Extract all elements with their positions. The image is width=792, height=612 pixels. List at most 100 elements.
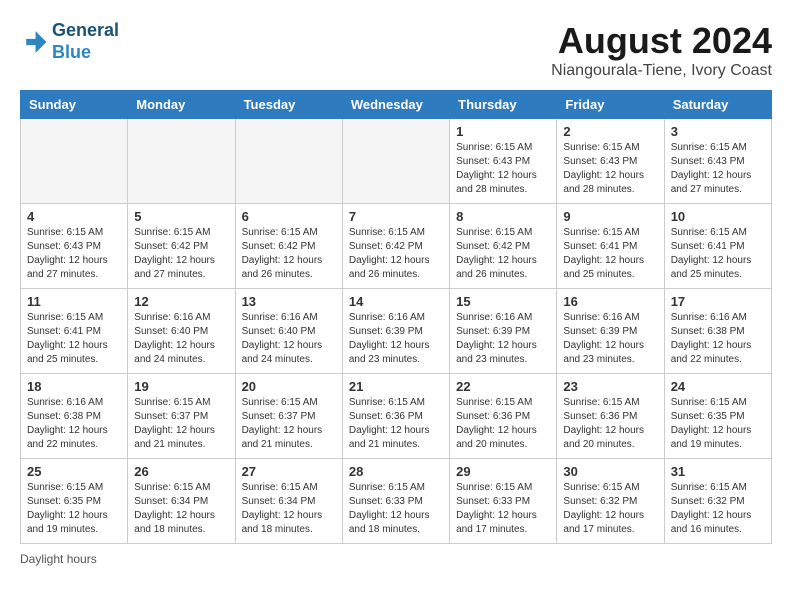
title-section: August 2024 Niangourala-Tiene, Ivory Coa… xyxy=(551,20,772,80)
calendar-cell: 2 Sunrise: 6:15 AM Sunset: 6:43 PM Daylig… xyxy=(557,119,664,204)
logo: General Blue xyxy=(20,20,119,63)
cell-daylight-info: Sunrise: 6:15 AM Sunset: 6:43 PM Dayligh… xyxy=(563,141,657,197)
calendar-cell: 24 Sunrise: 6:15 AM Sunset: 6:35 PM Dayli… xyxy=(664,374,771,459)
cell-daylight-info: Sunrise: 6:16 AM Sunset: 6:40 PM Dayligh… xyxy=(242,311,336,367)
cell-daylight-info: Sunrise: 6:15 AM Sunset: 6:37 PM Dayligh… xyxy=(134,396,228,452)
day-header: Sunday xyxy=(21,91,128,119)
calendar-week-row: 1Sunrise: 6:15 AM Sunset: 6:43 PM Daylig… xyxy=(21,119,772,204)
date-number: 25 xyxy=(27,464,121,479)
calendar-week-row: 11 Sunrise: 6:15 AM Sunset: 6:41 PM Dayli… xyxy=(21,289,772,374)
footer-note: Daylight hours xyxy=(20,552,772,566)
calendar-cell: 3 Sunrise: 6:15 AM Sunset: 6:43 PM Daylig… xyxy=(664,119,771,204)
calendar-cell: 30Sunrise: 6:15 AM Sunset: 6:32 PM Dayli… xyxy=(557,459,664,544)
calendar-cell: 20Sunrise: 6:15 AM Sunset: 6:37 PM Dayli… xyxy=(235,374,342,459)
cell-daylight-info: Sunrise: 6:16 AM Sunset: 6:39 PM Dayligh… xyxy=(349,311,443,367)
date-number: 2 xyxy=(563,124,657,139)
cell-daylight-info: Sunrise: 6:15 AM Sunset: 6:33 PM Dayligh… xyxy=(456,481,550,537)
date-number: 27 xyxy=(242,464,336,479)
calendar-cell: 10 Sunrise: 6:15 AM Sunset: 6:41 PM Dayli… xyxy=(664,204,771,289)
cell-daylight-info: Sunrise: 6:15 AM Sunset: 6:36 PM Dayligh… xyxy=(456,396,550,452)
calendar-cell: 9 Sunrise: 6:15 AM Sunset: 6:41 PM Daylig… xyxy=(557,204,664,289)
calendar-cell: 8 Sunrise: 6:15 AM Sunset: 6:42 PM Daylig… xyxy=(450,204,557,289)
cell-daylight-info: Sunrise: 6:15 AM Sunset: 6:41 PM Dayligh… xyxy=(671,226,765,282)
calendar-cell: 18Sunrise: 6:16 AM Sunset: 6:38 PM Dayli… xyxy=(21,374,128,459)
date-number: 23 xyxy=(563,379,657,394)
date-number: 21 xyxy=(349,379,443,394)
cell-daylight-info: Sunrise: 6:15 AM Sunset: 6:35 PM Dayligh… xyxy=(671,396,765,452)
calendar-cell: 11 Sunrise: 6:15 AM Sunset: 6:41 PM Dayli… xyxy=(21,289,128,374)
calendar-cell: 21 Sunrise: 6:15 AM Sunset: 6:36 PM Dayli… xyxy=(342,374,449,459)
cell-daylight-info: Sunrise: 6:15 AM Sunset: 6:34 PM Dayligh… xyxy=(242,481,336,537)
day-headers-row: SundayMondayTuesdayWednesdayThursdayFrid… xyxy=(21,91,772,119)
calendar-cell: 26 Sunrise: 6:15 AM Sunset: 6:34 PM Dayli… xyxy=(128,459,235,544)
cell-daylight-info: Sunrise: 6:15 AM Sunset: 6:42 PM Dayligh… xyxy=(456,226,550,282)
date-number: 26 xyxy=(134,464,228,479)
calendar-cell xyxy=(342,119,449,204)
date-number: 8 xyxy=(456,209,550,224)
cell-daylight-info: Sunrise: 6:15 AM Sunset: 6:41 PM Dayligh… xyxy=(27,311,121,367)
date-number: 29 xyxy=(456,464,550,479)
cell-daylight-info: Sunrise: 6:15 AM Sunset: 6:42 PM Dayligh… xyxy=(349,226,443,282)
date-number: 22 xyxy=(456,379,550,394)
cell-daylight-info: Sunrise: 6:15 AM Sunset: 6:35 PM Dayligh… xyxy=(27,481,121,537)
calendar-cell: 16Sunrise: 6:16 AM Sunset: 6:39 PM Dayli… xyxy=(557,289,664,374)
cell-daylight-info: Sunrise: 6:15 AM Sunset: 6:43 PM Dayligh… xyxy=(456,141,550,197)
date-number: 12 xyxy=(134,294,228,309)
date-number: 17 xyxy=(671,294,765,309)
calendar-cell: 14 Sunrise: 6:16 AM Sunset: 6:39 PM Dayli… xyxy=(342,289,449,374)
cell-daylight-info: Sunrise: 6:15 AM Sunset: 6:32 PM Dayligh… xyxy=(671,481,765,537)
logo-icon xyxy=(20,28,48,56)
calendar-cell: 17 Sunrise: 6:16 AM Sunset: 6:38 PM Dayli… xyxy=(664,289,771,374)
day-header: Saturday xyxy=(664,91,771,119)
calendar-cell: 19Sunrise: 6:15 AM Sunset: 6:37 PM Dayli… xyxy=(128,374,235,459)
day-header: Friday xyxy=(557,91,664,119)
cell-daylight-info: Sunrise: 6:16 AM Sunset: 6:38 PM Dayligh… xyxy=(671,311,765,367)
cell-daylight-info: Sunrise: 6:15 AM Sunset: 6:42 PM Dayligh… xyxy=(134,226,228,282)
date-number: 9 xyxy=(563,209,657,224)
calendar-cell xyxy=(21,119,128,204)
date-number: 10 xyxy=(671,209,765,224)
day-header: Thursday xyxy=(450,91,557,119)
cell-daylight-info: Sunrise: 6:15 AM Sunset: 6:37 PM Dayligh… xyxy=(242,396,336,452)
calendar-cell: 25 Sunrise: 6:15 AM Sunset: 6:35 PM Dayli… xyxy=(21,459,128,544)
date-number: 7 xyxy=(349,209,443,224)
calendar-cell: 7 Sunrise: 6:15 AM Sunset: 6:42 PM Daylig… xyxy=(342,204,449,289)
date-number: 16 xyxy=(563,294,657,309)
date-number: 3 xyxy=(671,124,765,139)
calendar-cell: 15Sunrise: 6:16 AM Sunset: 6:39 PM Dayli… xyxy=(450,289,557,374)
date-number: 24 xyxy=(671,379,765,394)
cell-daylight-info: Sunrise: 6:15 AM Sunset: 6:36 PM Dayligh… xyxy=(349,396,443,452)
calendar-cell: 22 Sunrise: 6:15 AM Sunset: 6:36 PM Dayli… xyxy=(450,374,557,459)
calendar-cell: 6 Sunrise: 6:15 AM Sunset: 6:42 PM Daylig… xyxy=(235,204,342,289)
date-number: 31 xyxy=(671,464,765,479)
date-number: 6 xyxy=(242,209,336,224)
cell-daylight-info: Sunrise: 6:15 AM Sunset: 6:42 PM Dayligh… xyxy=(242,226,336,282)
day-header: Monday xyxy=(128,91,235,119)
calendar-cell xyxy=(128,119,235,204)
date-number: 15 xyxy=(456,294,550,309)
page-header: General Blue August 2024 Niangourala-Tie… xyxy=(20,20,772,80)
day-header: Wednesday xyxy=(342,91,449,119)
date-number: 11 xyxy=(27,294,121,309)
date-number: 4 xyxy=(27,209,121,224)
calendar-week-row: 4 Sunrise: 6:15 AM Sunset: 6:43 PM Daylig… xyxy=(21,204,772,289)
calendar-cell: 23Sunrise: 6:15 AM Sunset: 6:36 PM Dayli… xyxy=(557,374,664,459)
calendar-cell: 28Sunrise: 6:15 AM Sunset: 6:33 PM Dayli… xyxy=(342,459,449,544)
calendar-week-row: 25 Sunrise: 6:15 AM Sunset: 6:35 PM Dayli… xyxy=(21,459,772,544)
calendar-cell: 4 Sunrise: 6:15 AM Sunset: 6:43 PM Daylig… xyxy=(21,204,128,289)
cell-daylight-info: Sunrise: 6:15 AM Sunset: 6:34 PM Dayligh… xyxy=(134,481,228,537)
cell-daylight-info: Sunrise: 6:15 AM Sunset: 6:33 PM Dayligh… xyxy=(349,481,443,537)
cell-daylight-info: Sunrise: 6:15 AM Sunset: 6:32 PM Dayligh… xyxy=(563,481,657,537)
calendar-cell: 31 Sunrise: 6:15 AM Sunset: 6:32 PM Dayli… xyxy=(664,459,771,544)
cell-daylight-info: Sunrise: 6:15 AM Sunset: 6:43 PM Dayligh… xyxy=(27,226,121,282)
calendar-week-row: 18Sunrise: 6:16 AM Sunset: 6:38 PM Dayli… xyxy=(21,374,772,459)
calendar-table: SundayMondayTuesdayWednesdayThursdayFrid… xyxy=(20,90,772,544)
calendar-cell: 27 Sunrise: 6:15 AM Sunset: 6:34 PM Dayli… xyxy=(235,459,342,544)
cell-daylight-info: Sunrise: 6:15 AM Sunset: 6:43 PM Dayligh… xyxy=(671,141,765,197)
date-number: 14 xyxy=(349,294,443,309)
calendar-cell: 1Sunrise: 6:15 AM Sunset: 6:43 PM Daylig… xyxy=(450,119,557,204)
cell-daylight-info: Sunrise: 6:16 AM Sunset: 6:40 PM Dayligh… xyxy=(134,311,228,367)
cell-daylight-info: Sunrise: 6:15 AM Sunset: 6:41 PM Dayligh… xyxy=(563,226,657,282)
month-year-title: August 2024 xyxy=(551,20,772,62)
calendar-cell: 13Sunrise: 6:16 AM Sunset: 6:40 PM Dayli… xyxy=(235,289,342,374)
